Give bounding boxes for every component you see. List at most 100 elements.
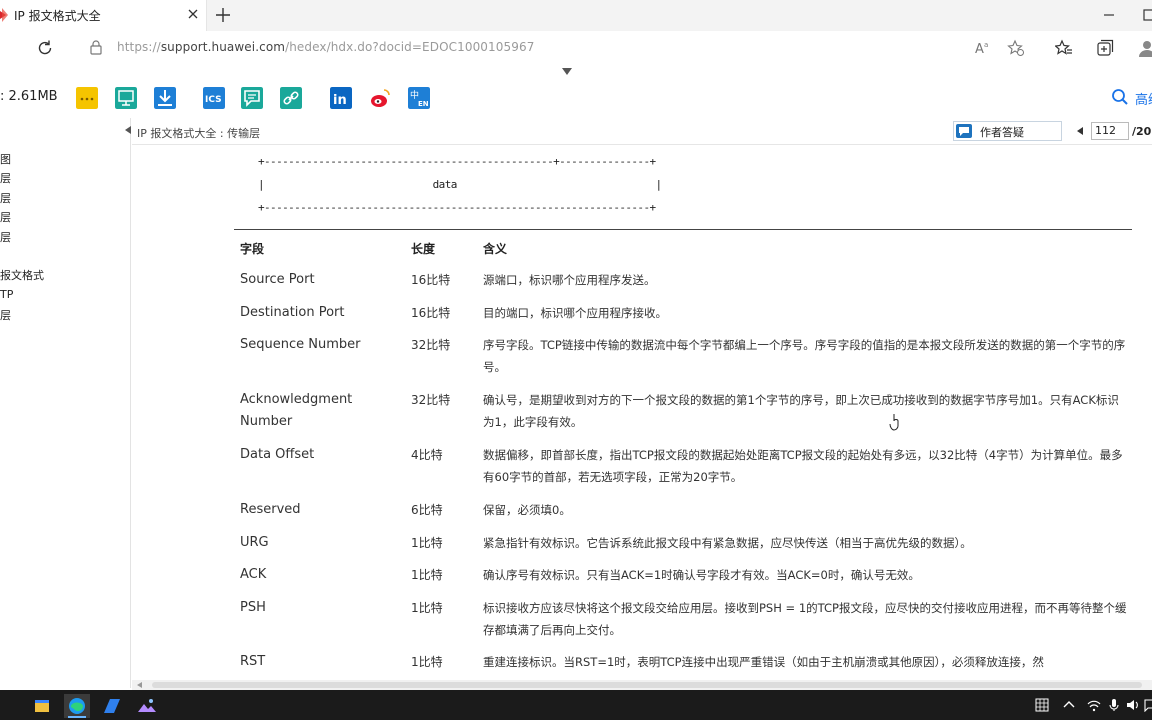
field-description: 标识接收方应该尽快将这个报文段交给应用层。接收到PSH = 1的TCP报文段，应… (483, 601, 1127, 637)
new-tab-icon[interactable] (213, 5, 233, 25)
document-content: +---------------------------------------… (132, 146, 1152, 680)
address-bar: https://support.huawei.com/hedex/hdx.do?… (0, 31, 1152, 65)
speaker-icon[interactable] (1126, 698, 1140, 712)
url-path: /hedex/hdx.do?docid=EDOC1000105967 (285, 40, 535, 54)
field-length: 6比特 (411, 503, 443, 517)
ics-icon[interactable]: ICS (203, 87, 225, 109)
ask-author-label: 作者答疑 (980, 126, 1024, 139)
field-length: 32比特 (411, 338, 451, 352)
field-description: 源端口，标识哪个应用程序发送。 (483, 273, 656, 287)
edge-browser-icon[interactable] (64, 694, 90, 718)
field-length: 16比特 (411, 273, 451, 287)
field-name: Source Port (240, 272, 315, 287)
restore-icon[interactable] (1140, 6, 1152, 24)
field-name: ACK (240, 567, 267, 582)
previous-page-icon[interactable] (1077, 127, 1083, 135)
field-length: 1比特 (411, 601, 443, 615)
field-length: 4比特 (411, 448, 443, 462)
browser-tab-strip: IP 报文格式大全 (0, 0, 1152, 31)
download-icon[interactable] (154, 87, 176, 109)
field-length: 1比特 (411, 655, 443, 669)
nav-item[interactable]: TP (0, 288, 13, 301)
breadcrumb[interactable]: IP 报文格式大全 : 传输层 (137, 125, 260, 141)
nav-item[interactable]: 层 (0, 229, 11, 245)
svg-text:ICS: ICS (205, 95, 222, 105)
scroll-left-icon[interactable] (137, 682, 142, 688)
lock-icon[interactable] (89, 39, 103, 56)
nav-item[interactable]: 层 (0, 190, 11, 206)
microphone-icon[interactable] (1107, 698, 1121, 712)
file-size: : 2.61MB (0, 89, 58, 104)
search-icon[interactable] (1111, 88, 1129, 106)
page-total: /208 (1132, 125, 1152, 138)
editor-app-icon[interactable] (99, 694, 125, 718)
horizontal-scrollbar[interactable] (132, 680, 1152, 690)
link-icon[interactable] (280, 87, 302, 109)
file-explorer-icon[interactable] (29, 694, 55, 718)
field-name: URG (240, 535, 269, 550)
scrollbar-thumb[interactable] (152, 682, 1142, 688)
url-host: support.huawei.com (160, 40, 286, 54)
field-name: PSH (240, 600, 266, 615)
input-method-icon[interactable] (1035, 698, 1049, 712)
feedback-icon[interactable] (241, 87, 263, 109)
field-description: 保留，必须填0。 (483, 503, 571, 517)
browser-tab-active[interactable]: IP 报文格式大全 (0, 0, 207, 31)
field-description: 确认号，是期望收到对方的下一个报文段的数据的第1个字节的序号，即上次已成功接收到… (483, 393, 1119, 429)
column-header-length: 长度 (411, 242, 436, 256)
field-description: 序号字段。TCP链接中传输的数据流中每个字节都编上一个序号。序号字段的值指的是本… (483, 338, 1126, 374)
nav-item[interactable]: 报文格式 (0, 267, 44, 283)
field-name: Reserved (240, 502, 301, 517)
page-number-input[interactable]: 112 (1091, 122, 1129, 140)
nav-item[interactable]: 层 (0, 307, 11, 323)
favorites-icon[interactable] (1055, 39, 1073, 57)
taskbar (0, 690, 1152, 720)
chat-icon (956, 124, 972, 138)
collapse-nav-icon[interactable] (125, 126, 131, 134)
field-length: 16比特 (411, 306, 451, 320)
svg-text:EN: EN (418, 100, 429, 108)
document-header: IP 报文格式大全 : 传输层 作者答疑 112 /208 (132, 118, 1152, 145)
nav-item[interactable]: 层 (0, 209, 11, 225)
nav-item[interactable]: 层 (0, 170, 11, 186)
nav-item[interactable]: 图 (0, 151, 11, 167)
column-header-meaning: 含义 (483, 242, 508, 256)
diagram-line: +---------------------------------------… (258, 155, 656, 168)
linkedin-icon[interactable]: in (330, 87, 352, 109)
column-header-field: 字段 (240, 242, 265, 256)
weibo-icon[interactable] (369, 87, 391, 109)
refresh-icon[interactable] (36, 39, 54, 57)
svg-text:A: A (975, 42, 984, 57)
chevron-down-icon[interactable] (562, 68, 572, 75)
profile-icon[interactable] (1138, 39, 1152, 57)
field-name: Sequence Number (240, 337, 361, 352)
read-aloud-icon[interactable]: A a (974, 39, 992, 57)
chevron-up-icon[interactable] (1062, 698, 1076, 712)
add-favorite-icon[interactable] (1007, 39, 1025, 57)
photos-app-icon[interactable] (134, 694, 160, 718)
field-name: RST (240, 654, 266, 669)
advanced-search-link[interactable]: 高级 (1135, 89, 1152, 108)
packet-diagram: +---------------------------------------… (258, 150, 662, 219)
url-field[interactable]: https://support.huawei.com/hedex/hdx.do?… (117, 40, 534, 54)
notification-icon[interactable] (1143, 698, 1152, 712)
notes-icon[interactable] (76, 87, 98, 109)
diagram-line: +---------------------------------------… (258, 201, 656, 214)
field-description: 重建连接标识。当RST=1时，表明TCP连接中出现严重错误（如由于主机崩溃或其他… (483, 655, 1044, 669)
field-length: 32比特 (411, 393, 451, 407)
field-name: Acknowledgment Number (240, 392, 353, 429)
language-icon[interactable]: 中 EN (408, 87, 430, 109)
field-description: 数据偏移，即首部长度，指出TCP报文段的数据起始处距离TCP报文段的起始处有多远… (483, 448, 1123, 484)
left-navigation: 图 层 层 层 层 报文格式 TP 层 (0, 118, 131, 688)
field-description: 确认序号有效标识。只有当ACK=1时确认号字段才有效。当ACK=0时，确认号无效… (483, 568, 920, 582)
field-name: Destination Port (240, 305, 345, 320)
collections-icon[interactable] (1096, 39, 1114, 57)
close-tab-icon[interactable] (186, 7, 200, 21)
ask-author-button[interactable]: 作者答疑 (953, 121, 1062, 141)
presentation-icon[interactable] (115, 87, 137, 109)
field-length: 1比特 (411, 536, 443, 550)
field-length: 1比特 (411, 568, 443, 582)
wifi-icon[interactable] (1087, 698, 1101, 712)
mouse-cursor-icon (889, 414, 899, 431)
minimize-icon[interactable] (1100, 6, 1118, 24)
